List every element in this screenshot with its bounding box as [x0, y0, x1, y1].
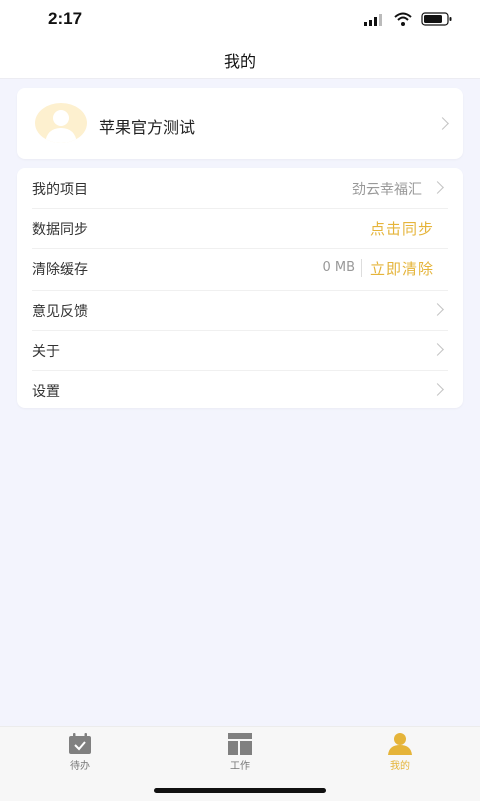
- tab-label: 工作: [230, 761, 250, 772]
- calendar-check-icon: [69, 733, 91, 754]
- menu-item-my-project[interactable]: 我的项目 劲云幸福汇: [32, 168, 448, 209]
- wifi-icon: [394, 12, 412, 26]
- menu-item-settings[interactable]: 设置: [32, 370, 448, 410]
- page-title: 我的: [223, 52, 256, 71]
- project-name: 劲云幸福汇: [352, 182, 422, 198]
- menu-item-label: 数据同步: [32, 222, 88, 238]
- tab-label: 我的: [390, 761, 410, 772]
- tab-todo[interactable]: 待办: [30, 727, 130, 777]
- profile-name: 苹果官方测试: [99, 118, 196, 137]
- chevron-right-icon: [431, 383, 444, 396]
- nav-bar: 我的: [0, 40, 480, 79]
- tab-work[interactable]: 工作: [190, 727, 290, 777]
- menu-item-label: 设置: [32, 384, 60, 400]
- chevron-right-icon: [436, 117, 449, 130]
- menu-item-label: 清除缓存: [32, 262, 88, 278]
- chevron-right-icon: [431, 343, 444, 356]
- menu-item-clear-cache: 清除缓存 0 MB 立即清除: [32, 248, 448, 291]
- menu-item-label: 意见反馈: [32, 304, 88, 320]
- tab-mine[interactable]: 我的: [350, 727, 450, 777]
- menu-item-label: 关于: [32, 344, 60, 360]
- battery-icon: [421, 12, 452, 26]
- menu-item-label: 我的项目: [32, 182, 88, 198]
- profile-card[interactable]: 苹果官方测试: [17, 88, 463, 159]
- status-time: 2:17: [48, 9, 83, 28]
- menu-item-about[interactable]: 关于: [32, 330, 448, 371]
- chevron-right-icon: [431, 181, 444, 194]
- menu-item-feedback[interactable]: 意见反馈: [32, 290, 448, 331]
- avatar: [35, 103, 87, 143]
- status-bar: 2:17: [0, 0, 480, 40]
- menu-item-data-sync: 数据同步 点击同步: [32, 208, 448, 249]
- signal-icon: [364, 14, 382, 26]
- user-icon: [388, 733, 412, 755]
- sync-button[interactable]: 点击同步: [370, 218, 434, 239]
- status-icons: [364, 12, 452, 26]
- default-avatar-icon: [45, 110, 77, 143]
- home-indicator: [154, 788, 326, 793]
- menu-card: 我的项目 劲云幸福汇 数据同步 点击同步 清除缓存 0 MB 立即清除 意见反馈…: [17, 168, 463, 408]
- layout-grid-icon: [228, 733, 252, 755]
- chevron-right-icon: [431, 303, 444, 316]
- cache-size: 0 MB: [322, 259, 362, 277]
- tab-label: 待办: [70, 761, 90, 772]
- clear-cache-button[interactable]: 立即清除: [370, 258, 434, 279]
